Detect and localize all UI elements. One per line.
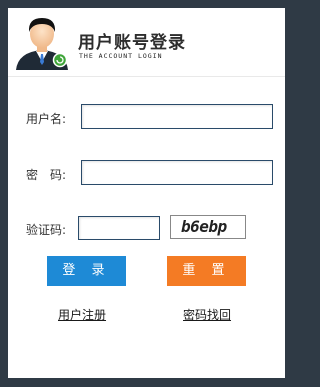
login-header: 用户账号登录 THE ACCOUNT LOGIN [8, 8, 285, 72]
login-button[interactable]: 登 录 [47, 256, 126, 286]
captcha-image[interactable]: b6ebp [170, 215, 246, 239]
username-label: 用户名: [26, 112, 67, 126]
password-input[interactable] [81, 160, 273, 185]
login-panel: 用户账号登录 THE ACCOUNT LOGIN 用户名: 密 码: 验证码: … [8, 8, 285, 378]
captcha-label: 验证码: [26, 223, 67, 237]
header-divider [8, 76, 285, 77]
register-link[interactable]: 用户注册 [58, 306, 106, 323]
reset-button[interactable]: 重 置 [167, 256, 246, 286]
username-input[interactable] [81, 104, 273, 129]
page-title: 用户账号登录 [78, 33, 186, 53]
password-label: 密 码: [26, 168, 67, 182]
recover-password-link[interactable]: 密码找回 [183, 306, 231, 323]
user-avatar-icon [16, 18, 68, 70]
page-subtitle: THE ACCOUNT LOGIN [79, 52, 163, 60]
captcha-input[interactable] [78, 216, 160, 240]
